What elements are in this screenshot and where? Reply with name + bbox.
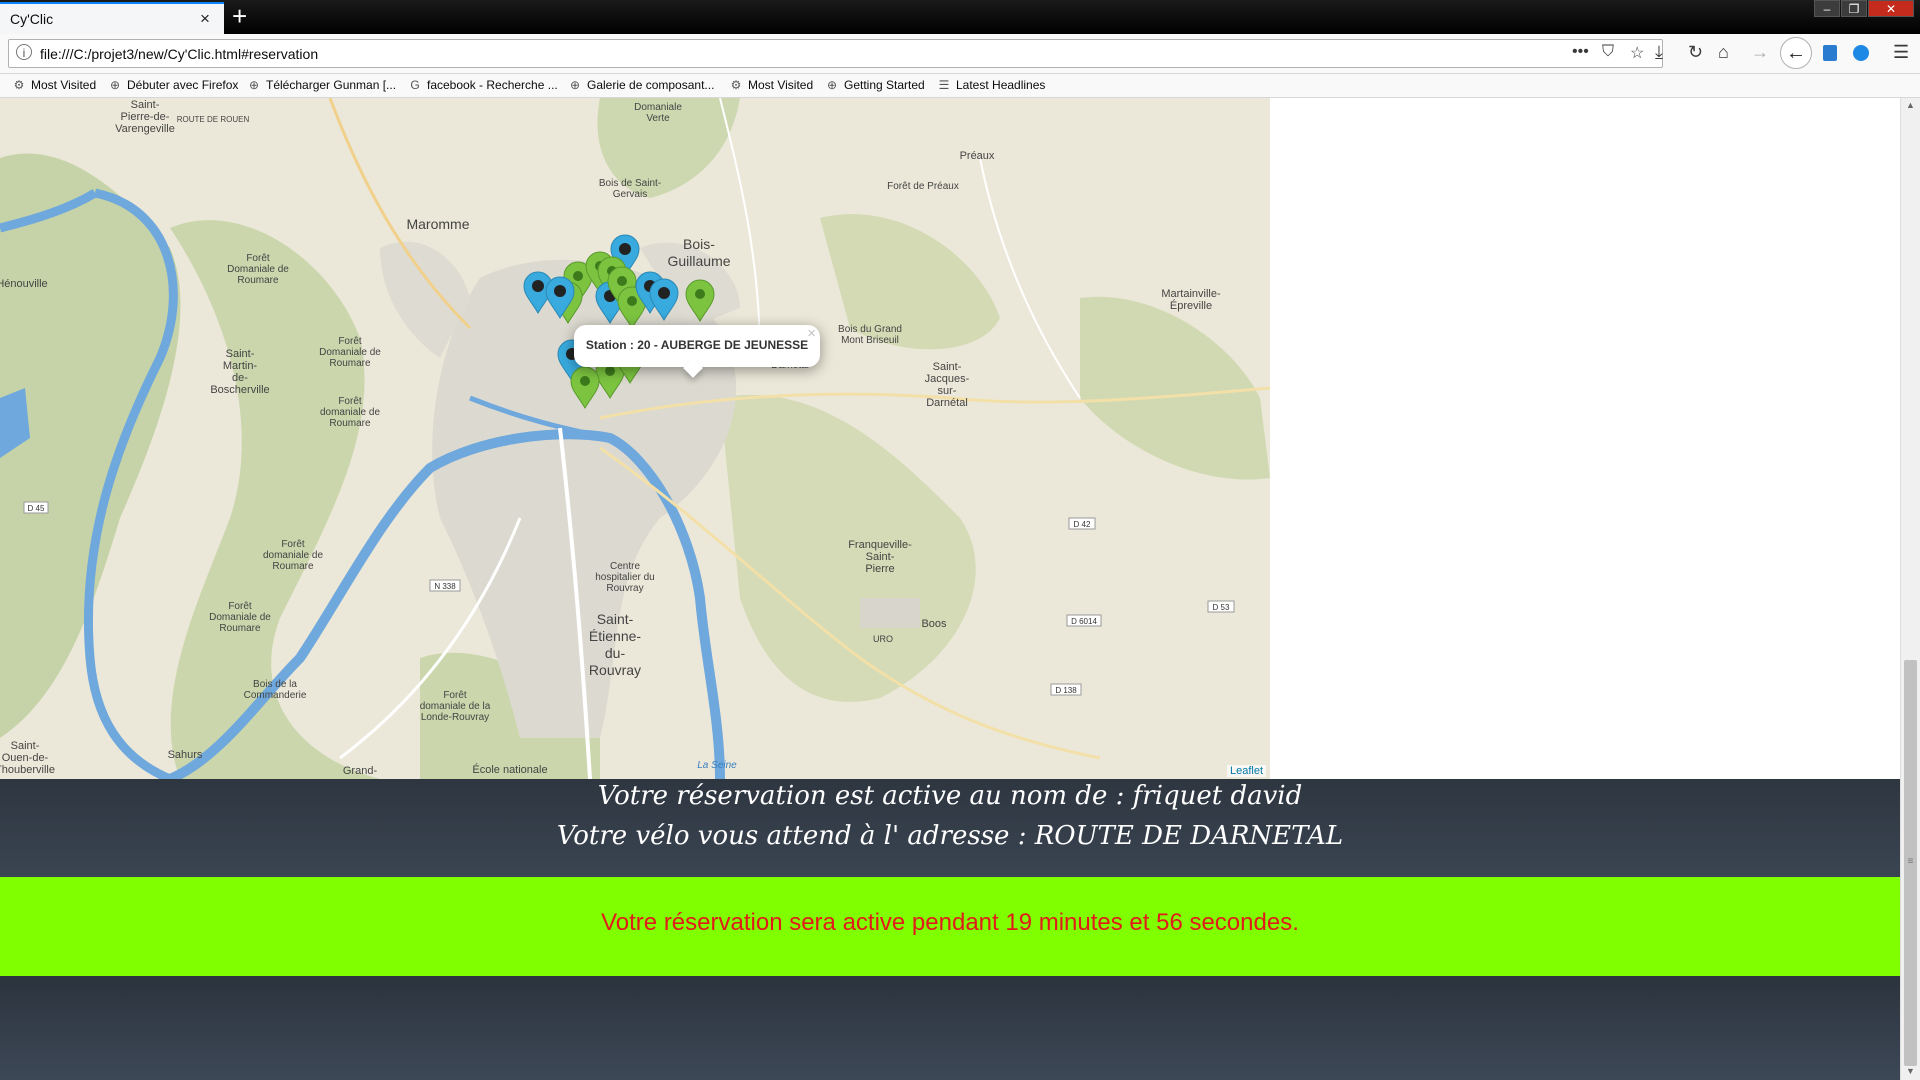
forward-icon[interactable]: → xyxy=(1751,42,1769,63)
url-text[interactable]: file:///C:/projet3/new/Cy'Clic.html#rese… xyxy=(40,46,318,62)
bookmark-item[interactable]: ⚙ Most Visited xyxy=(12,78,97,92)
sync-icon[interactable] xyxy=(1853,45,1869,61)
reservation-timer-panel: Votre réservation sera active pendant 19… xyxy=(0,877,1900,976)
new-tab-button[interactable]: + xyxy=(232,2,247,30)
home-icon[interactable]: ⌂ xyxy=(1718,42,1729,63)
tab-close-icon[interactable]: × xyxy=(200,9,210,29)
back-button[interactable]: ← xyxy=(1780,37,1812,69)
downloads-icon[interactable]: ⤓ xyxy=(1655,42,1663,63)
navigation-toolbar: i file:///C:/projet3/new/Cy'Clic.html#re… xyxy=(0,34,1920,74)
globe-icon: ⊕ xyxy=(109,78,121,92)
globe-icon: ⊕ xyxy=(248,78,260,92)
bookmark-star-icon[interactable]: ☆ xyxy=(1630,43,1644,63)
gear-icon: ⚙ xyxy=(730,78,742,92)
menu-icon[interactable]: ☰ xyxy=(1893,42,1909,63)
popup-close-icon[interactable]: × xyxy=(807,325,816,342)
tab-title: Cy'Clic xyxy=(10,11,54,27)
page-scrollbar[interactable]: ▲ ≡ ▼ xyxy=(1900,98,1920,1080)
maximize-icon[interactable]: ❐ xyxy=(1841,0,1867,17)
reservation-name-text: Votre réservation est active au nom de :… xyxy=(597,781,1303,811)
reload-icon[interactable]: ↻ xyxy=(1688,42,1703,63)
popup-station-name: Station : 20 - AUBERGE DE JEUNESSE xyxy=(585,338,809,352)
reservation-countdown-text: Votre réservation sera active pendant 19… xyxy=(601,909,1299,936)
tab-cyclic[interactable]: Cy'Clic × xyxy=(0,2,224,34)
page-actions-icon[interactable]: ••• xyxy=(1572,43,1589,61)
bookmark-item[interactable]: Gfacebook - Recherche ... xyxy=(408,78,557,92)
bookmark-item[interactable]: ⚙ Most Visited xyxy=(729,78,814,92)
bookmark-item[interactable]: ☰ Latest Headlines xyxy=(937,78,1046,92)
bookmark-item[interactable]: ⊕ Débuter avec Firefox xyxy=(108,78,238,92)
reservation-address-text: Votre vélo vous attend à l' adresse : RO… xyxy=(556,821,1344,851)
gear-icon: ⚙ xyxy=(13,78,25,92)
site-info-icon[interactable]: i xyxy=(16,44,32,60)
window-titlebar: Cy'Clic × + – ❐ ✕ xyxy=(0,0,1920,34)
google-icon: G xyxy=(410,78,420,92)
reservation-banner: Votre réservation est active au nom de :… xyxy=(0,779,1900,877)
grip-icon: ≡ xyxy=(1907,856,1914,867)
leaflet-attribution-link[interactable]: Leaflet xyxy=(1226,765,1266,777)
bookmark-item[interactable]: ⊕ Galerie de composant... xyxy=(568,78,714,92)
url-bar[interactable]: i file:///C:/projet3/new/Cy'Clic.html#re… xyxy=(8,39,1663,68)
scroll-up-icon[interactable]: ▲ xyxy=(1901,100,1920,110)
minimize-icon[interactable]: – xyxy=(1814,0,1840,17)
globe-icon: ⊕ xyxy=(569,78,581,92)
bookmark-item[interactable]: ⊕ Getting Started xyxy=(825,78,925,92)
scrollbar-thumb[interactable]: ≡ xyxy=(1904,660,1917,1066)
pocket-icon[interactable]: ⛉ xyxy=(1602,43,1614,61)
bookmark-item[interactable]: ⊕ Télécharger Gunman [... xyxy=(247,78,396,92)
bookmarks-toolbar: ⚙ Most Visited ⊕ Débuter avec Firefox ⊕ Tél… xyxy=(0,74,1920,98)
rss-icon: ☰ xyxy=(938,78,950,92)
scroll-down-icon[interactable]: ▼ xyxy=(1901,1066,1920,1076)
station-markers[interactable] xyxy=(0,98,1270,779)
close-window-icon[interactable]: ✕ xyxy=(1868,0,1914,17)
extension-icon[interactable] xyxy=(1823,45,1837,61)
page-footer xyxy=(0,976,1900,1080)
station-map[interactable]: Saint- Pierre-de- Varengeville Maromme Boi… xyxy=(0,98,1270,779)
station-popup: Station : 20 - AUBERGE DE JEUNESSE × xyxy=(574,325,820,378)
globe-icon: ⊕ xyxy=(826,78,838,92)
